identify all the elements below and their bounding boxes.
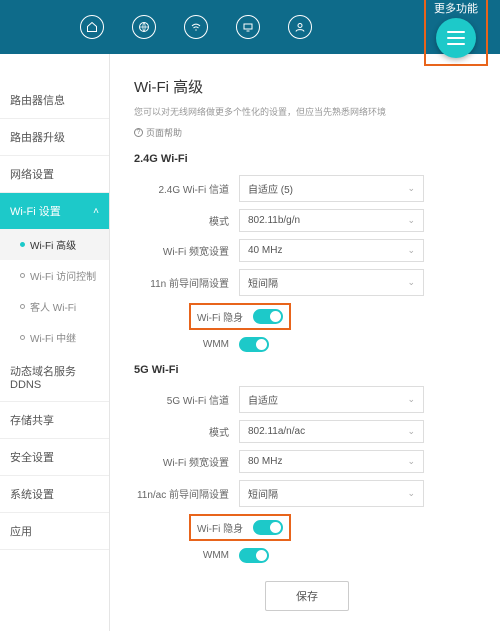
help-link[interactable]: ?页面帮助 xyxy=(134,126,480,139)
label-5g-channel: 5G Wi-Fi 信道 xyxy=(134,392,239,407)
globe-icon[interactable] xyxy=(132,15,156,39)
help-icon: ? xyxy=(134,128,143,137)
select-value: 短间隔 xyxy=(248,486,278,501)
select-5g-channel[interactable]: 自适应 ⌄ xyxy=(239,386,424,413)
sidebar-sub-label: Wi-Fi 中继 xyxy=(30,330,76,345)
label-5g-bandwidth: Wi-Fi 频宽设置 xyxy=(134,454,239,469)
section-title-24g: 2.4G Wi-Fi xyxy=(134,153,480,165)
help-link-label: 页面帮助 xyxy=(146,126,182,139)
sidebar-sub-label: Wi-Fi 高级 xyxy=(30,237,76,252)
select-value: 自适应 (5) xyxy=(248,181,293,196)
chevron-up-icon: ˄ xyxy=(93,206,99,217)
top-icon-row xyxy=(80,15,312,39)
highlight-5g-hide: Wi-Fi 隐身 xyxy=(189,514,291,541)
select-value: 802.11b/g/n xyxy=(248,215,300,226)
more-menu-highlight: 更多功能 xyxy=(424,0,488,66)
bullet-icon xyxy=(20,335,25,340)
chevron-down-icon: ⌄ xyxy=(407,488,415,499)
sidebar-item-ddns[interactable]: 动态域名服务 DDNS xyxy=(0,353,109,402)
main-panel: Wi-Fi 高级 您可以对无线网络做更多个性化的设置，但应当先熟悉网络环境 ?页… xyxy=(110,54,500,631)
section-title-5g: 5G Wi-Fi xyxy=(134,364,480,376)
top-bar: 更多功能 xyxy=(0,0,500,54)
select-24g-mode[interactable]: 802.11b/g/n ⌄ xyxy=(239,209,424,232)
label-24g-wmm: WMM xyxy=(134,339,239,350)
label-24g-mode: 模式 xyxy=(134,213,239,228)
sidebar-item-network[interactable]: 网络设置 xyxy=(0,156,109,193)
toggle-5g-hide[interactable] xyxy=(253,520,283,535)
page-description: 您可以对无线网络做更多个性化的设置，但应当先熟悉网络环境 xyxy=(134,105,480,118)
select-5g-mode[interactable]: 802.11a/n/ac ⌄ xyxy=(239,420,424,443)
label-24g-hide: Wi-Fi 隐身 xyxy=(197,309,253,324)
label-24g-bandwidth: Wi-Fi 频宽设置 xyxy=(134,243,239,258)
label-24g-channel: 2.4G Wi-Fi 信道 xyxy=(134,181,239,196)
sidebar-item-apps[interactable]: 应用 xyxy=(0,513,109,550)
sidebar-sub-label: 客人 Wi-Fi xyxy=(30,299,76,314)
sidebar-sub-guest-wifi[interactable]: 客人 Wi-Fi xyxy=(0,291,109,322)
sidebar-sub-wifi-repeater[interactable]: Wi-Fi 中继 xyxy=(0,322,109,353)
sidebar-item-router-upgrade[interactable]: 路由器升级 xyxy=(0,119,109,156)
toggle-5g-wmm[interactable] xyxy=(239,548,269,563)
chevron-down-icon: ⌄ xyxy=(407,456,415,467)
sidebar-item-router-info[interactable]: 路由器信息 xyxy=(0,82,109,119)
sidebar-sub-label: Wi-Fi 访问控制 xyxy=(30,268,96,283)
select-value: 40 MHz xyxy=(248,245,282,256)
chevron-down-icon: ⌄ xyxy=(407,426,415,437)
label-24g-guard: 11n 前导间隔设置 xyxy=(134,275,239,290)
select-24g-channel[interactable]: 自适应 (5) ⌄ xyxy=(239,175,424,202)
toggle-24g-wmm[interactable] xyxy=(239,337,269,352)
label-5g-mode: 模式 xyxy=(134,424,239,439)
select-value: 802.11a/n/ac xyxy=(248,426,305,437)
hamburger-icon[interactable] xyxy=(436,18,476,58)
chevron-down-icon: ⌄ xyxy=(407,183,415,194)
sidebar-group-wifi[interactable]: Wi-Fi 设置 ˄ xyxy=(0,193,109,229)
select-5g-bandwidth[interactable]: 80 MHz ⌄ xyxy=(239,450,424,473)
select-value: 自适应 xyxy=(248,392,278,407)
page-title: Wi-Fi 高级 xyxy=(134,76,480,97)
chevron-down-icon: ⌄ xyxy=(407,394,415,405)
more-menu-label: 更多功能 xyxy=(434,0,478,16)
sidebar-sub-wifi-access[interactable]: Wi-Fi 访问控制 xyxy=(0,260,109,291)
select-value: 短间隔 xyxy=(248,275,278,290)
highlight-24g-hide: Wi-Fi 隐身 xyxy=(189,303,291,330)
select-24g-guard[interactable]: 短间隔 ⌄ xyxy=(239,269,424,296)
toggle-24g-hide[interactable] xyxy=(253,309,283,324)
select-5g-guard[interactable]: 短间隔 ⌄ xyxy=(239,480,424,507)
select-value: 80 MHz xyxy=(248,456,282,467)
chevron-down-icon: ⌄ xyxy=(407,245,415,256)
sidebar-group-wifi-label: Wi-Fi 设置 xyxy=(10,203,61,219)
sidebar-item-security[interactable]: 安全设置 xyxy=(0,439,109,476)
chevron-down-icon: ⌄ xyxy=(407,277,415,288)
devices-icon[interactable] xyxy=(236,15,260,39)
sidebar-item-system[interactable]: 系统设置 xyxy=(0,476,109,513)
sidebar-sub-wifi-advanced[interactable]: Wi-Fi 高级 xyxy=(0,229,109,260)
sidebar: 路由器信息 路由器升级 网络设置 Wi-Fi 设置 ˄ Wi-Fi 高级 Wi-… xyxy=(0,54,110,631)
bullet-icon xyxy=(20,242,25,247)
home-icon[interactable] xyxy=(80,15,104,39)
label-5g-guard: 11n/ac 前导间隔设置 xyxy=(134,486,239,501)
save-button[interactable]: 保存 xyxy=(265,581,349,611)
sidebar-item-storage[interactable]: 存储共享 xyxy=(0,402,109,439)
wifi-icon[interactable] xyxy=(184,15,208,39)
bullet-icon xyxy=(20,273,25,278)
chevron-down-icon: ⌄ xyxy=(407,215,415,226)
select-24g-bandwidth[interactable]: 40 MHz ⌄ xyxy=(239,239,424,262)
label-5g-hide: Wi-Fi 隐身 xyxy=(197,520,253,535)
bullet-icon xyxy=(20,304,25,309)
user-icon[interactable] xyxy=(288,15,312,39)
